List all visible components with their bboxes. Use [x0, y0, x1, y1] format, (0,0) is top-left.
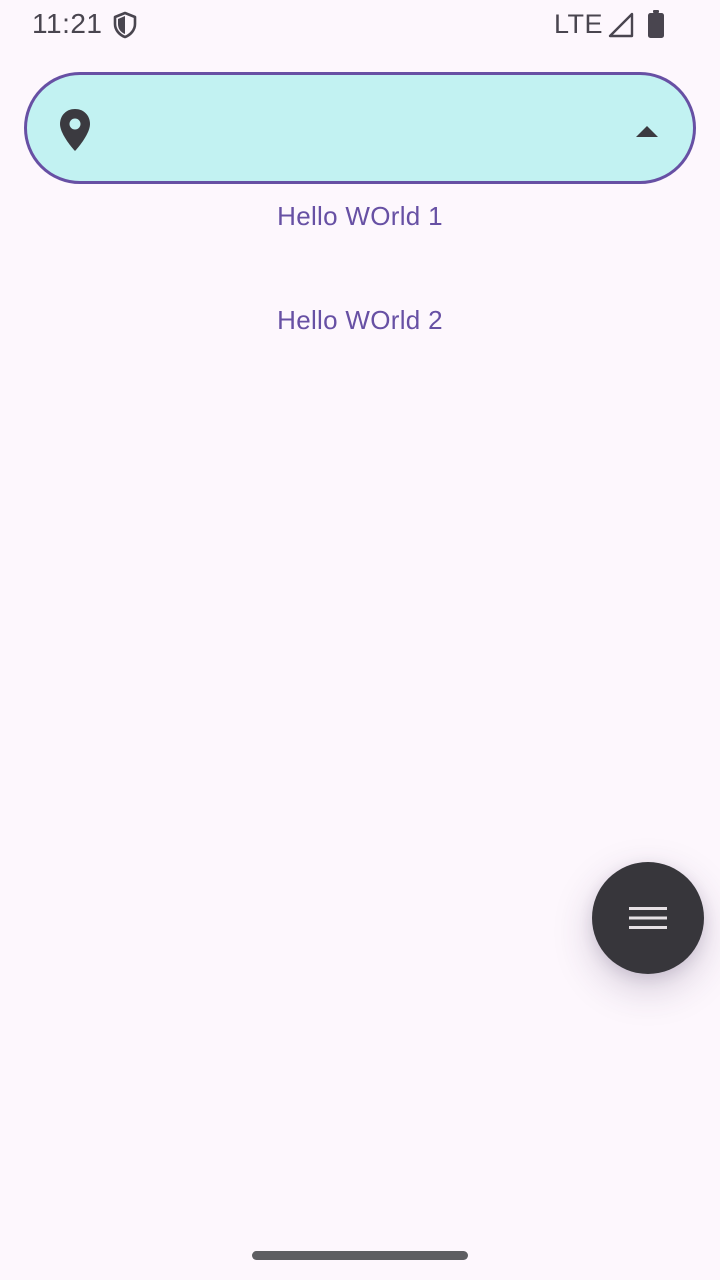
menu-fab-button[interactable]: [592, 862, 704, 974]
battery-icon: [648, 10, 664, 38]
shield-icon: [113, 11, 137, 39]
location-pin-icon: [60, 109, 90, 151]
signal-icon: [608, 12, 634, 38]
list-item[interactable]: Hello WOrld 1: [0, 199, 720, 233]
list-item[interactable]: Hello WOrld 2: [0, 303, 720, 337]
status-network: LTE: [554, 9, 604, 39]
status-time: 11:21: [32, 8, 103, 39]
status-bar: 11:21 LTE: [0, 0, 720, 48]
arrow-up-icon: [636, 126, 658, 137]
home-indicator[interactable]: [252, 1251, 468, 1260]
dropdown-toggle-button[interactable]: [625, 109, 669, 153]
location-field[interactable]: [24, 72, 696, 184]
menu-icon: [629, 907, 667, 929]
